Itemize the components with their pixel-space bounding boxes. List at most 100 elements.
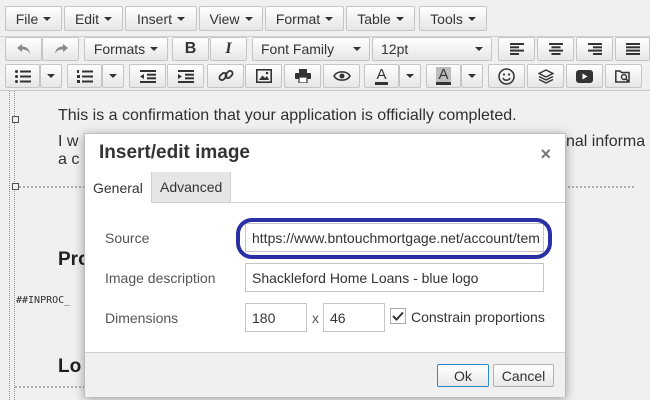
eye-icon [332, 71, 351, 81]
formats-label: Formats [93, 41, 146, 57]
dimension-separator: x [312, 310, 319, 326]
italic-button[interactable]: I [210, 37, 247, 61]
tab-general[interactable]: General [85, 172, 152, 203]
layers-icon [537, 68, 554, 84]
font-family-value: Font Family [261, 41, 335, 57]
menu-file-label: File [15, 10, 39, 27]
search-replace-button[interactable] [605, 64, 642, 88]
image-description-label: Image description [105, 270, 216, 286]
align-right-button[interactable] [576, 37, 613, 61]
link-button[interactable] [207, 64, 244, 88]
dialog-title: Insert/edit image [99, 142, 250, 163]
chevron-down-icon [150, 47, 159, 51]
menu-edit-label: Edit [74, 10, 100, 27]
indent-button[interactable] [167, 64, 204, 88]
font-size-value: 12pt [381, 41, 409, 57]
chevron-down-icon [47, 74, 55, 78]
constrain-proportions-label: Constrain proportions [411, 309, 545, 325]
outdent-button[interactable] [129, 64, 166, 88]
font-size-select[interactable]: 12pt [372, 37, 492, 61]
menu-edit[interactable]: Edit [64, 6, 123, 31]
tab-advanced[interactable]: Advanced [152, 172, 232, 202]
align-center-icon [548, 43, 563, 55]
menu-insert[interactable]: Insert [125, 6, 197, 31]
align-justify-icon [625, 43, 640, 55]
chevron-down-icon [43, 16, 52, 21]
align-justify-button[interactable] [615, 37, 650, 61]
layers-button[interactable] [527, 64, 564, 88]
chevron-down-icon [325, 16, 334, 21]
insert-image-button[interactable] [245, 64, 282, 88]
redo-button[interactable] [42, 37, 79, 61]
undo-icon [16, 44, 30, 54]
chevron-down-icon [467, 16, 476, 21]
background-color-dropdown[interactable] [461, 64, 483, 88]
insert-image-dialog: Insert/edit image × General Advanced Sou… [84, 133, 566, 397]
text-color-dropdown[interactable] [399, 64, 421, 88]
align-left-button[interactable] [498, 37, 535, 61]
chevron-down-icon [475, 47, 483, 51]
dialog-footer: Ok Cancel [85, 352, 565, 397]
chevron-down-icon [177, 16, 185, 21]
chevron-down-icon [109, 74, 117, 78]
menu-view-label: View [209, 10, 240, 27]
chevron-down-icon [244, 16, 253, 21]
width-input[interactable]: 180 [245, 303, 307, 332]
chevron-down-icon [395, 16, 404, 21]
printer-icon [294, 69, 311, 83]
close-icon[interactable]: × [540, 144, 551, 165]
bold-button[interactable]: B [172, 37, 209, 61]
background-color-icon: A [436, 66, 451, 85]
text-color-icon: A [375, 66, 388, 85]
chevron-down-icon [104, 16, 113, 21]
undo-button[interactable] [5, 37, 42, 61]
menu-format[interactable]: Format [265, 6, 344, 31]
dimensions-label: Dimensions [105, 310, 179, 326]
smiley-icon [498, 67, 515, 85]
background-color-button[interactable]: A [426, 64, 461, 88]
numbered-list-dropdown[interactable] [102, 64, 124, 88]
bullet-list-dropdown[interactable] [40, 64, 62, 88]
font-family-select[interactable]: Font Family [252, 37, 370, 61]
preview-button[interactable] [323, 64, 360, 88]
outdent-icon [139, 69, 156, 83]
emoticons-button[interactable] [488, 64, 525, 88]
align-left-icon [509, 43, 524, 55]
menu-insert-label: Insert [136, 10, 172, 27]
redo-icon [54, 44, 68, 54]
menu-format-label: Format [275, 10, 321, 27]
bullet-list-icon [14, 69, 31, 83]
toolbar-row-1: Formats B I Font Family 12pt [0, 37, 650, 63]
insert-video-button[interactable] [566, 64, 603, 88]
constrain-proportions-checkbox[interactable] [390, 308, 406, 324]
menu-view[interactable]: View [199, 6, 263, 31]
align-center-button[interactable] [537, 37, 574, 61]
formats-dropdown[interactable]: Formats [84, 37, 168, 61]
indent-icon [177, 69, 194, 83]
ok-button[interactable]: Ok [437, 364, 489, 387]
menu-table-label: Table [357, 10, 391, 27]
toolbar-row-2: A A [0, 63, 650, 158]
numbered-list-icon [76, 69, 93, 83]
image-icon [255, 69, 272, 83]
cancel-button[interactable]: Cancel [493, 364, 554, 387]
print-button[interactable] [284, 64, 321, 88]
menu-table[interactable]: Table [346, 6, 415, 31]
checkmark-icon [392, 311, 404, 321]
dialog-tabs: General Advanced [85, 172, 565, 203]
height-input[interactable]: 46 [323, 303, 385, 332]
source-label: Source [105, 230, 150, 246]
menu-tools-label: Tools [430, 10, 463, 27]
menu-tools[interactable]: Tools [419, 6, 487, 31]
chevron-down-icon [468, 74, 476, 78]
bold-icon: B [184, 40, 197, 57]
video-icon [576, 69, 593, 83]
text-color-button[interactable]: A [364, 64, 399, 88]
search-folder-icon [615, 69, 630, 83]
bullet-list-button[interactable] [5, 64, 40, 88]
image-description-input[interactable]: Shackleford Home Loans - blue logo [245, 263, 544, 292]
chevron-down-icon [353, 47, 361, 51]
menu-file[interactable]: File [5, 6, 62, 31]
chevron-down-icon [406, 74, 414, 78]
numbered-list-button[interactable] [67, 64, 102, 88]
